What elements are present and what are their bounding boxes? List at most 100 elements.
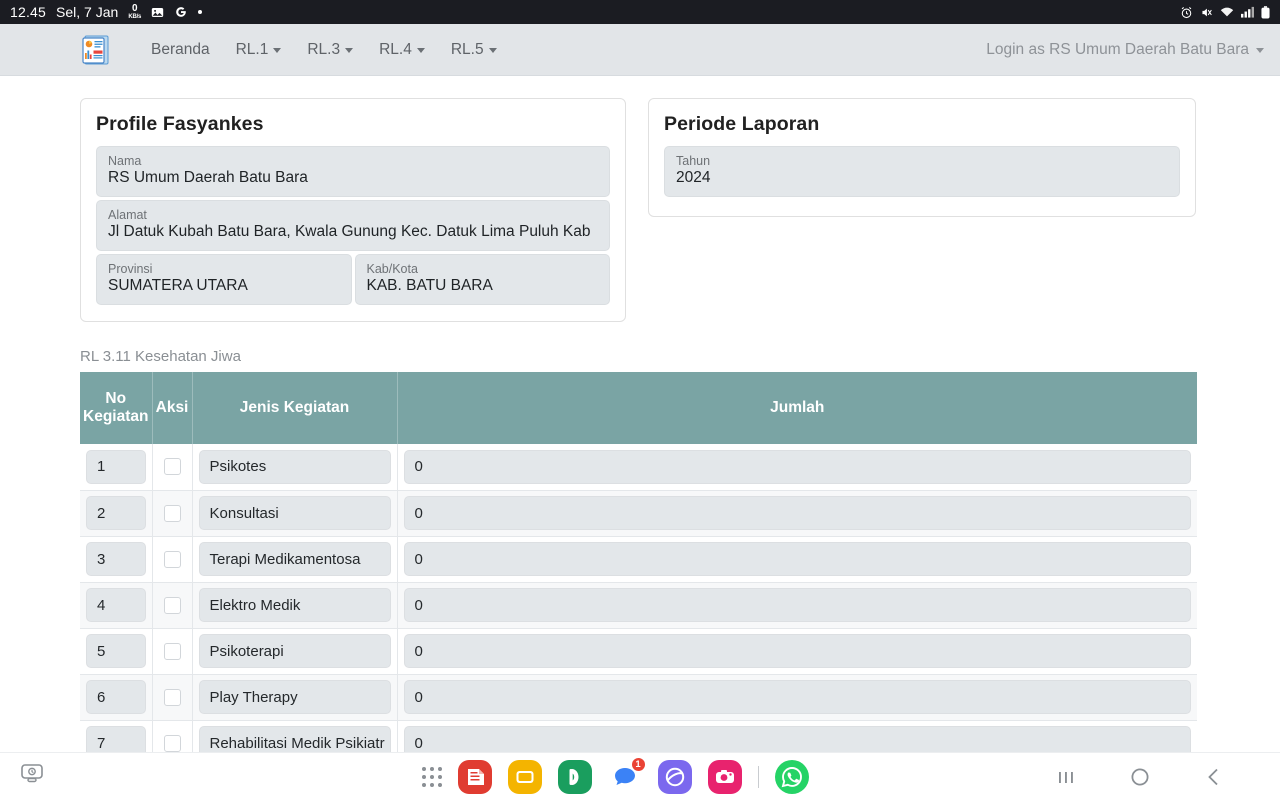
- nav-item-rl3[interactable]: RL.3: [298, 35, 362, 65]
- summary-cards: Profile Fasyankes Nama RS Umum Daerah Ba…: [80, 98, 1200, 322]
- field-alamat-value: Jl Datuk Kubah Batu Bara, Kwala Gunung K…: [108, 223, 591, 240]
- column-header-jenis-kegiatan: Jenis Kegiatan: [192, 372, 398, 444]
- cell-no-kegiatan: 3: [80, 536, 153, 583]
- alarm-icon: [1180, 6, 1193, 19]
- nav-item-label: Beranda: [151, 40, 210, 58]
- signal-icon: [1241, 6, 1254, 18]
- page-content: Profile Fasyankes Nama RS Umum Daerah Ba…: [0, 76, 1280, 767]
- gallery-icon: [151, 6, 164, 19]
- cell-aksi: [152, 674, 193, 721]
- recents-button[interactable]: [1055, 767, 1077, 787]
- row-checkbox[interactable]: [163, 458, 181, 476]
- notes-app-icon[interactable]: [457, 759, 492, 794]
- row-checkbox[interactable]: [163, 734, 181, 752]
- report-logo-icon[interactable]: [82, 35, 110, 65]
- profile-fasyankes-card: Profile Fasyankes Nama RS Umum Daerah Ba…: [80, 98, 626, 322]
- jenis-kegiatan-input[interactable]: Konsultasi: [198, 496, 391, 530]
- column-header-no-kegiatan: No Kegiatan: [80, 372, 153, 444]
- jumlah-input[interactable]: 0: [403, 588, 1191, 622]
- google-icon: [174, 5, 188, 19]
- messages-app-icon[interactable]: 1: [607, 756, 646, 794]
- field-alamat[interactable]: Alamat Jl Datuk Kubah Batu Bara, Kwala G…: [96, 200, 610, 251]
- jumlah-input[interactable]: 0: [403, 449, 1191, 484]
- android-taskbar: 1: [0, 752, 1280, 800]
- field-row-wilayah: Provinsi SUMATERA UTARA Kab/Kota KAB. BA…: [96, 254, 610, 305]
- kesehatan-jiwa-table: No Kegiatan Aksi Jenis Kegiatan Jumlah 1…: [80, 372, 1197, 767]
- nav-item-label: RL.4: [379, 40, 412, 58]
- app-drawer-icon[interactable]: [421, 766, 442, 787]
- mute-icon: [1200, 6, 1213, 19]
- row-checkbox[interactable]: [163, 688, 181, 706]
- cell-jenis-kegiatan: Psikoterapi: [192, 628, 398, 675]
- table-row: 2 Konsultasi 0: [80, 490, 1197, 537]
- periode-card-title: Periode Laporan: [664, 113, 820, 135]
- cell-aksi: [152, 628, 193, 675]
- row-checkbox[interactable]: [163, 550, 181, 568]
- nav-links: Beranda RL.1 RL.3 RL.4 RL.5: [142, 35, 506, 65]
- cell-jenis-kegiatan: Terapi Medikamentosa: [192, 536, 398, 583]
- field-tahun[interactable]: Tahun 2024: [664, 146, 1180, 197]
- network-speed-unit: KB/s: [128, 14, 142, 20]
- user-menu-label: Login as RS Umum Daerah Batu Bara: [986, 40, 1249, 58]
- status-time: 12.45: [10, 4, 47, 20]
- cell-jumlah: 0: [397, 628, 1197, 675]
- jenis-kegiatan-input[interactable]: Terapi Medikamentosa: [198, 542, 391, 576]
- nav-item-rl4[interactable]: RL.4: [370, 35, 434, 65]
- chevron-down-icon: [488, 48, 497, 53]
- table-row: 4 Elektro Medik 0: [80, 582, 1197, 629]
- table-row: 1 Psikotes 0: [80, 444, 1197, 491]
- taskbar-separator: [757, 765, 759, 788]
- cell-jenis-kegiatan: Play Therapy: [192, 674, 398, 721]
- home-button[interactable]: [1128, 766, 1152, 788]
- nav-item-beranda[interactable]: Beranda: [142, 35, 219, 65]
- user-menu[interactable]: Login as RS Umum Daerah Batu Bara: [986, 41, 1264, 59]
- field-provinsi[interactable]: Provinsi SUMATERA UTARA: [96, 254, 352, 305]
- column-header-jumlah: Jumlah: [397, 372, 1197, 444]
- no-kegiatan-value: 2: [86, 496, 146, 530]
- jumlah-input[interactable]: 0: [403, 496, 1191, 530]
- chevron-down-icon: [273, 48, 282, 53]
- network-speed-value: 0: [131, 3, 138, 14]
- jumlah-input[interactable]: 0: [403, 634, 1191, 668]
- cell-jumlah: 0: [397, 490, 1197, 537]
- jumlah-input[interactable]: 0: [403, 542, 1191, 576]
- nav-item-rl5[interactable]: RL.5: [442, 35, 506, 65]
- table-body: 1 Psikotes 0 2 Konsultasi 0 3 Terapi Medikament…: [80, 444, 1197, 767]
- field-tahun-value: 2024: [676, 169, 711, 186]
- cell-aksi: [152, 444, 193, 491]
- cell-jumlah: 0: [397, 536, 1197, 583]
- profile-card-title: Profile Fasyankes: [96, 113, 264, 135]
- phone-app-icon[interactable]: [557, 759, 592, 794]
- column-header-aksi: Aksi: [152, 372, 193, 444]
- cell-no-kegiatan: 4: [80, 582, 153, 629]
- field-alamat-label: Alamat: [108, 208, 147, 222]
- chevron-down-icon: [416, 48, 425, 53]
- cell-jenis-kegiatan: Elektro Medik: [192, 582, 398, 629]
- whatsapp-app-icon[interactable]: [774, 759, 809, 794]
- nav-item-rl1[interactable]: RL.1: [227, 35, 291, 65]
- jenis-kegiatan-input[interactable]: Elektro Medik: [198, 588, 391, 622]
- field-nama[interactable]: Nama RS Umum Daerah Batu Bara: [96, 146, 610, 197]
- cell-jumlah: 0: [397, 444, 1197, 491]
- cell-aksi: [152, 490, 193, 537]
- row-checkbox[interactable]: [163, 504, 181, 522]
- internet-app-icon[interactable]: [657, 759, 692, 794]
- jenis-kegiatan-input[interactable]: Psikoterapi: [198, 634, 391, 668]
- cell-jenis-kegiatan: Psikotes: [192, 444, 398, 491]
- jenis-kegiatan-input[interactable]: Play Therapy: [198, 680, 391, 714]
- back-button[interactable]: [1203, 766, 1225, 788]
- jumlah-input[interactable]: 0: [403, 680, 1191, 714]
- field-kabkota-label: Kab/Kota: [366, 262, 418, 276]
- row-checkbox[interactable]: [163, 642, 181, 660]
- files-app-icon[interactable]: [507, 759, 542, 794]
- camera-app-icon[interactable]: [707, 759, 742, 794]
- jenis-kegiatan-input[interactable]: Psikotes: [198, 449, 391, 484]
- row-checkbox[interactable]: [163, 596, 181, 614]
- periode-laporan-card: Periode Laporan Tahun 2024: [648, 98, 1196, 217]
- field-provinsi-label: Provinsi: [108, 262, 153, 276]
- cell-aksi: [152, 582, 193, 629]
- cell-no-kegiatan: 1: [80, 444, 153, 491]
- field-kabkota[interactable]: Kab/Kota KAB. BATU BARA: [354, 254, 610, 305]
- screen-clock-icon[interactable]: [20, 763, 44, 790]
- cell-aksi: [152, 536, 193, 583]
